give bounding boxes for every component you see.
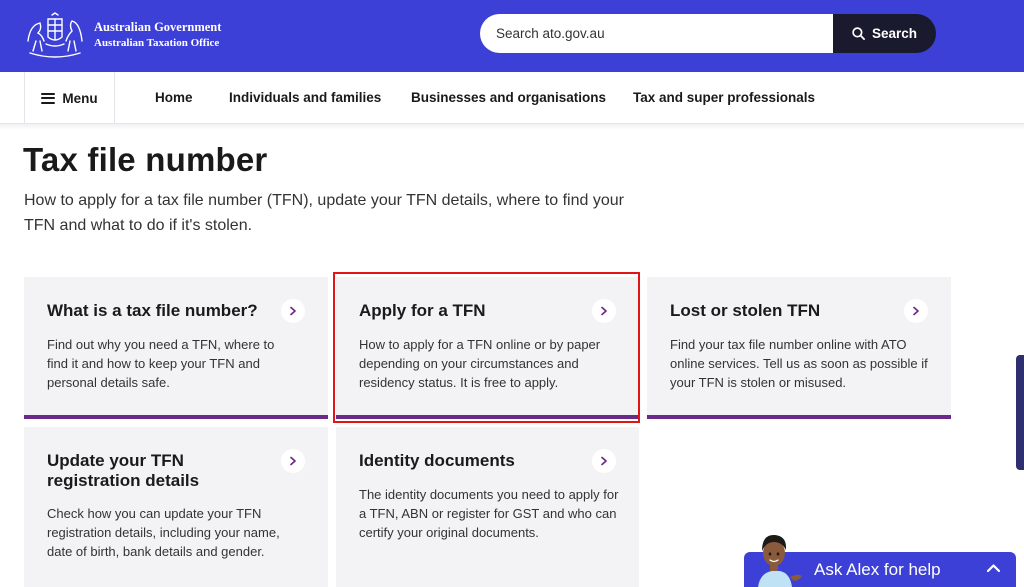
page-intro: How to apply for a tax file number (TFN)…	[24, 192, 624, 234]
ato-logo[interactable]: Australian Government Australian Taxatio…	[22, 10, 222, 60]
page-title: Tax file number	[23, 141, 268, 178]
side-feedback-tab[interactable]	[1016, 355, 1024, 470]
nav-link-tax-professionals[interactable]: Tax and super professionals	[633, 72, 815, 124]
search-button-label: Search	[871, 26, 918, 41]
chevron-right-icon	[904, 299, 928, 323]
alex-avatar-icon	[758, 534, 802, 587]
search-input[interactable]	[480, 14, 833, 53]
card-what-is-tfn[interactable]: What is a tax file number? Find out why …	[24, 277, 328, 419]
card-description: The identity documents you need to apply…	[359, 487, 619, 540]
card-title: Update your TFN registration details	[47, 451, 200, 490]
chevron-right-icon	[281, 299, 305, 323]
search-button[interactable]: Search	[833, 14, 936, 53]
search-bar: Search	[480, 14, 936, 53]
chevron-right-icon	[592, 449, 616, 473]
main-nav: Menu Home Individuals and families Busin…	[0, 72, 1024, 124]
hamburger-icon	[41, 92, 56, 104]
logo-line-government: Australian Government	[94, 20, 222, 34]
card-lost-stolen-tfn[interactable]: Lost or stolen TFN Find your tax file nu…	[647, 277, 951, 419]
menu-label: Menu	[62, 90, 98, 106]
card-title: Lost or stolen TFN	[670, 301, 821, 320]
nav-link-home[interactable]: Home	[155, 72, 193, 124]
card-title: What is a tax file number?	[47, 301, 258, 320]
site-header: Australian Government Australian Taxatio…	[0, 0, 1024, 72]
card-title: Identity documents	[359, 451, 515, 470]
search-icon	[852, 27, 865, 40]
chevron-right-icon	[281, 449, 305, 473]
highlight-box	[333, 272, 640, 423]
card-description: Check how you can update your TFN regist…	[47, 506, 280, 559]
logo-line-ato: Australian Taxation Office	[94, 37, 220, 49]
card-identity-documents[interactable]: Identity documents The identity document…	[336, 427, 639, 587]
chevron-up-icon[interactable]	[986, 563, 1001, 573]
card-description: Find your tax file number online with AT…	[670, 337, 928, 390]
nav-link-individuals[interactable]: Individuals and families	[229, 72, 381, 124]
coat-of-arms-icon	[27, 12, 83, 58]
ask-alex-label: Ask Alex for help	[814, 560, 941, 579]
menu-button[interactable]: Menu	[25, 72, 115, 124]
nav-shadow	[0, 124, 1024, 130]
card-update-tfn-details[interactable]: Update your TFN registration details Che…	[24, 427, 328, 587]
card-description: Find out why you need a TFN, where to fi…	[47, 337, 275, 390]
nav-link-businesses[interactable]: Businesses and organisations	[411, 72, 606, 124]
